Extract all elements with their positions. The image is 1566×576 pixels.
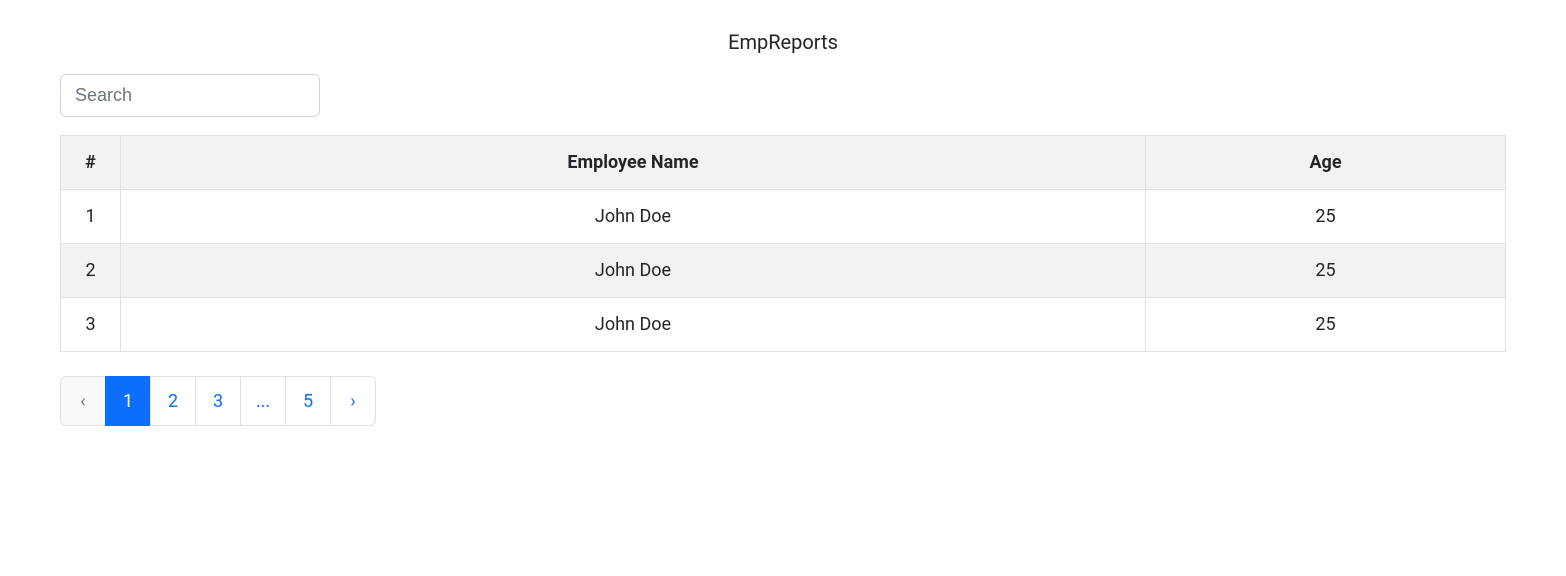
table-row: 2 John Doe 25 — [61, 244, 1506, 298]
cell-age: 25 — [1146, 298, 1506, 352]
cell-age: 25 — [1146, 190, 1506, 244]
header-index: # — [61, 136, 121, 190]
cell-name: John Doe — [121, 190, 1146, 244]
header-name: Employee Name — [121, 136, 1146, 190]
page-title: EmpReports — [60, 30, 1506, 54]
page-ellipsis[interactable]: ... — [240, 376, 286, 426]
table-row: 3 John Doe 25 — [61, 298, 1506, 352]
cell-name: John Doe — [121, 244, 1146, 298]
cell-index: 3 — [61, 298, 121, 352]
header-age: Age — [1146, 136, 1506, 190]
page-2[interactable]: 2 — [150, 376, 196, 426]
page-3[interactable]: 3 — [195, 376, 241, 426]
page-prev[interactable]: ‹ — [60, 376, 106, 426]
search-input[interactable] — [60, 74, 320, 117]
employee-table: # Employee Name Age 1 John Doe 25 2 John… — [60, 135, 1506, 352]
page-next[interactable]: › — [330, 376, 376, 426]
cell-name: John Doe — [121, 298, 1146, 352]
page-1[interactable]: 1 — [105, 376, 151, 426]
pagination: ‹ 1 2 3 ... 5 › — [60, 376, 1506, 426]
cell-age: 25 — [1146, 244, 1506, 298]
cell-index: 1 — [61, 190, 121, 244]
table-row: 1 John Doe 25 — [61, 190, 1506, 244]
table-header-row: # Employee Name Age — [61, 136, 1506, 190]
cell-index: 2 — [61, 244, 121, 298]
page-5[interactable]: 5 — [285, 376, 331, 426]
